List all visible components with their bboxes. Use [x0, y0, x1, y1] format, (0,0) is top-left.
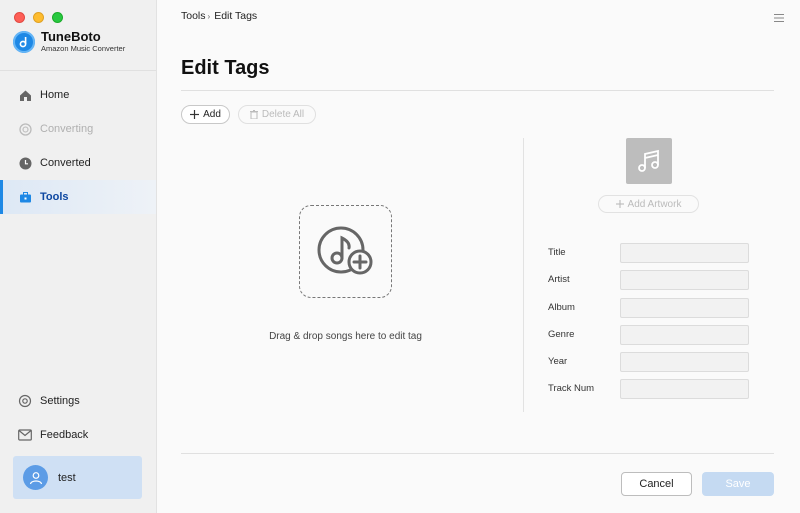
trash-icon	[249, 110, 258, 119]
sidebar-item-label: Home	[40, 89, 70, 101]
sidebar-item-tools[interactable]: Tools	[0, 180, 156, 214]
genre-field[interactable]	[620, 324, 749, 345]
dropzone[interactable]	[299, 205, 392, 298]
add-button-label: Add	[203, 109, 221, 120]
sidebar: TuneBoto Amazon Music Converter Home Con…	[0, 0, 157, 513]
add-artwork-label: Add Artwork	[627, 198, 682, 210]
field-row-artist: Artist	[548, 270, 749, 297]
sidebar-item-converting[interactable]: Converting	[0, 112, 156, 146]
field-label-genre: Genre	[548, 328, 575, 340]
hamburger-menu-icon[interactable]	[774, 10, 784, 28]
sidebar-item-label: Settings	[40, 395, 80, 407]
sidebar-item-feedback[interactable]: Feedback	[0, 418, 156, 452]
sidebar-nav: Home Converting Converted Tools	[0, 78, 156, 214]
add-artwork-button[interactable]: Add Artwork	[598, 195, 699, 213]
sidebar-item-label: Converting	[40, 123, 94, 135]
minimize-window-button[interactable]	[33, 12, 44, 23]
app-name: TuneBoto	[41, 29, 101, 44]
app-subtitle: Amazon Music Converter	[41, 44, 126, 53]
sidebar-item-label: Converted	[40, 157, 91, 169]
breadcrumb: Tools › Edit Tags	[181, 10, 257, 22]
artist-field[interactable]	[620, 270, 749, 291]
title-divider	[181, 90, 774, 91]
add-music-icon	[317, 226, 372, 274]
field-row-year: Year	[548, 352, 749, 379]
window-controls	[14, 12, 63, 23]
breadcrumb-separator: ›	[207, 11, 211, 21]
username: test	[58, 471, 76, 484]
field-row-genre: Genre	[548, 324, 749, 352]
toolbox-icon	[18, 190, 32, 204]
footer-divider	[181, 453, 774, 454]
album-field[interactable]	[620, 297, 749, 318]
field-label-year: Year	[548, 356, 568, 368]
user-account-card[interactable]: test	[13, 456, 142, 499]
breadcrumb-parent[interactable]: Tools	[181, 10, 206, 22]
plus-icon	[190, 110, 200, 119]
track-num-field[interactable]	[620, 379, 749, 400]
panel-divider	[523, 138, 524, 412]
close-window-button[interactable]	[14, 12, 25, 23]
app-brand: TuneBoto Amazon Music Converter	[13, 30, 125, 54]
field-row-album: Album	[548, 297, 749, 325]
breadcrumb-current: Edit Tags	[214, 10, 258, 22]
page-title: Edit Tags	[181, 57, 270, 79]
add-button[interactable]: Add	[181, 105, 230, 124]
gear-icon	[18, 394, 32, 408]
sidebar-bottom-nav: Settings Feedback	[0, 384, 156, 452]
sidebar-item-converted[interactable]: Converted	[0, 146, 156, 180]
year-field[interactable]	[620, 352, 749, 373]
sidebar-item-settings[interactable]: Settings	[0, 384, 156, 418]
delete-all-label: Delete All	[261, 109, 305, 120]
cancel-button[interactable]: Cancel	[621, 472, 692, 496]
brand-divider	[0, 70, 156, 71]
plus-icon	[615, 200, 624, 208]
tag-fields: Title Artist Album Genre Year Track Num	[548, 243, 749, 407]
app-logo-icon	[13, 31, 35, 53]
music-note-icon	[638, 149, 659, 172]
mail-icon	[18, 428, 32, 442]
clock-icon	[18, 156, 32, 170]
field-label-title: Title	[548, 247, 566, 258]
field-label-track-num: Track Num	[548, 383, 595, 395]
artwork-preview	[626, 138, 672, 184]
dropzone-hint: Drag & drop songs here to edit tag	[269, 331, 422, 342]
delete-all-button[interactable]: Delete All	[238, 105, 316, 124]
field-label-album: Album	[548, 301, 575, 313]
field-row-title: Title	[548, 243, 749, 270]
zoom-window-button[interactable]	[52, 12, 63, 23]
save-button[interactable]: Save	[702, 472, 774, 496]
sidebar-item-label: Tools	[40, 191, 69, 203]
title-field[interactable]	[620, 243, 749, 263]
field-label-artist: Artist	[548, 274, 570, 286]
home-icon	[18, 88, 32, 102]
avatar	[23, 465, 48, 490]
sidebar-item-label: Feedback	[40, 429, 89, 441]
sidebar-item-home[interactable]: Home	[0, 78, 156, 112]
field-row-track-num: Track Num	[548, 379, 749, 406]
sync-icon	[18, 122, 32, 136]
